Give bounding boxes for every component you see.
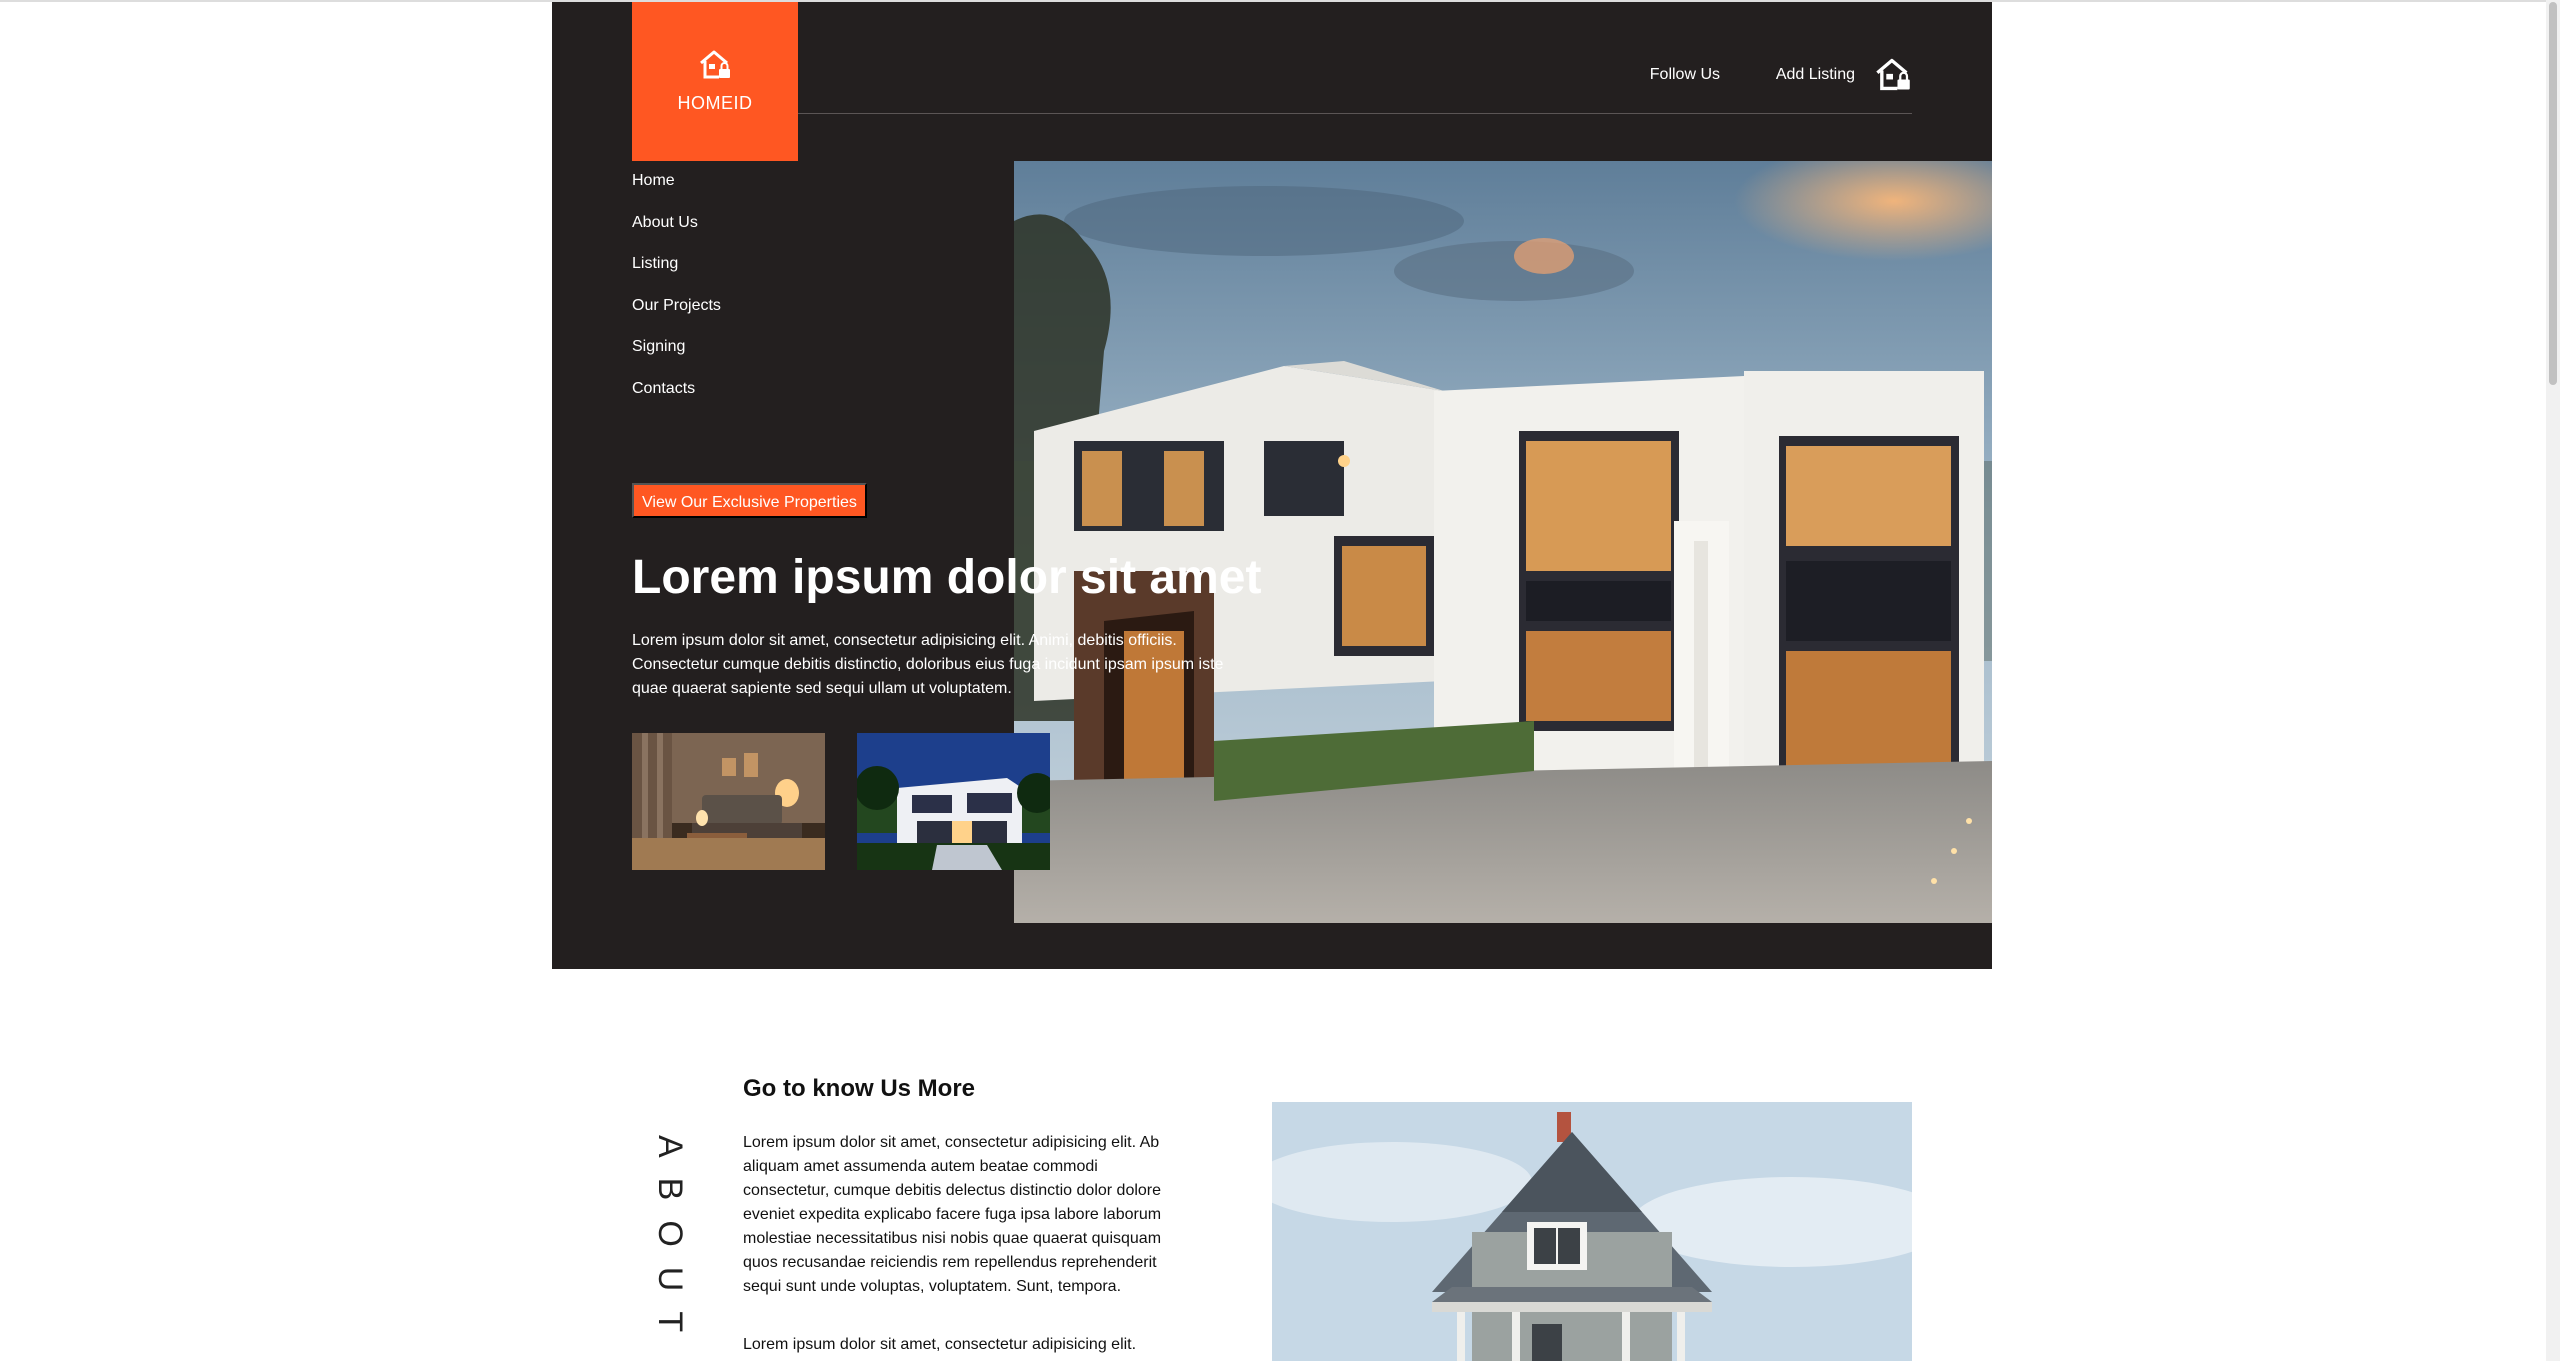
menu-item-about-us[interactable]: About Us bbox=[632, 214, 721, 256]
add-listing-link[interactable]: Add Listing bbox=[1776, 66, 1855, 84]
about-vertical-label: ABOUT bbox=[651, 1135, 689, 1353]
logo[interactable]: HOMEID bbox=[632, 2, 798, 161]
hero-intro-text: Lorem ipsum dolor sit amet, consectetur … bbox=[632, 632, 1224, 697]
house-lock-icon bbox=[700, 50, 730, 79]
menu-item-our-projects[interactable]: Our Projects bbox=[632, 297, 721, 339]
side-menu: Home About Us Listing Our Projects Signi… bbox=[632, 172, 721, 422]
follow-us-link[interactable]: Follow Us bbox=[1650, 66, 1720, 84]
hero-headline: Lorem ipsum dolor sit amet bbox=[632, 551, 1262, 604]
menu-item-listing[interactable]: Listing bbox=[632, 255, 721, 297]
about-title: Go to know Us More bbox=[743, 1075, 976, 1102]
about-house-image bbox=[1272, 1102, 1912, 1361]
menu-item-contacts[interactable]: Contacts bbox=[632, 380, 721, 422]
menu-item-signing[interactable]: Signing bbox=[632, 338, 721, 380]
living-room-thumbnail[interactable] bbox=[632, 733, 825, 870]
about-paragraph-2: Lorem ipsum dolor sit amet, consectetur … bbox=[743, 1336, 1137, 1353]
hero-section: HOMEID Follow Us Add Listing Home About … bbox=[552, 2, 1992, 969]
scrollbar-thumb[interactable] bbox=[2549, 2, 2557, 385]
page-scrollbar[interactable] bbox=[2546, 0, 2560, 1361]
view-exclusive-properties-button[interactable]: View Our Exclusive Properties bbox=[632, 483, 867, 518]
about-paragraph-1: Lorem ipsum dolor sit amet, consectetur … bbox=[743, 1134, 1162, 1295]
modern-house-thumbnail[interactable] bbox=[857, 733, 1050, 870]
menu-item-home[interactable]: Home bbox=[632, 172, 721, 214]
brand-name: HOMEID bbox=[677, 93, 753, 113]
house-lock-icon[interactable] bbox=[1874, 57, 1912, 93]
top-nav: Follow Us Add Listing bbox=[798, 2, 1912, 114]
hero-house-image bbox=[1014, 161, 1992, 923]
